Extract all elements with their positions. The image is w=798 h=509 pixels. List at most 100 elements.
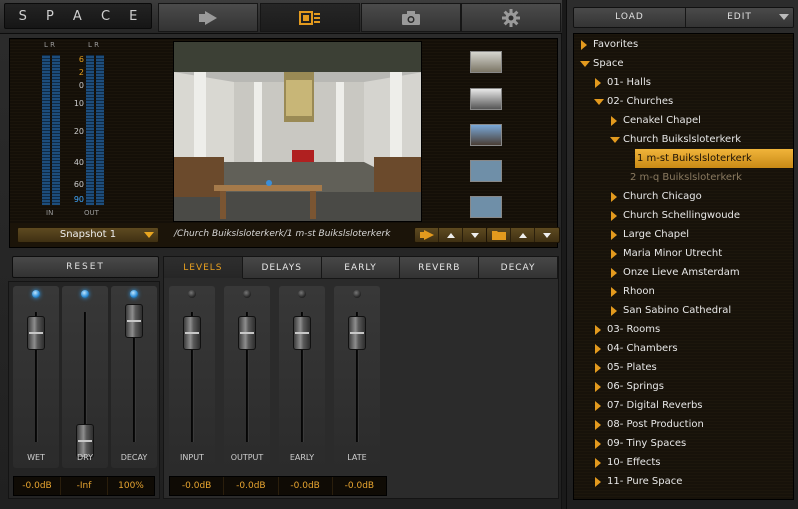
tab-reverb[interactable]: REVERB (400, 257, 480, 279)
tree-item[interactable]: Rhoon (610, 282, 655, 301)
preset-up-button[interactable] (511, 228, 535, 242)
view-thumbnail[interactable] (470, 124, 502, 146)
preset-tree: Favorites Space 01- Halls 02- Churches Cenak… (573, 33, 794, 500)
tree-item[interactable]: 11- Pure Space (594, 472, 682, 491)
tree-item[interactable]: 06- Springs (594, 377, 664, 396)
input-enable-led[interactable] (188, 290, 196, 298)
tree-item[interactable]: 09- Tiny Spaces (594, 434, 686, 453)
early-enable-led[interactable] (298, 290, 306, 298)
output-enable-led[interactable] (243, 290, 251, 298)
dry-label: DRY (76, 453, 94, 462)
arrow-down-icon (471, 232, 479, 238)
preset-down-button[interactable] (535, 228, 559, 242)
expanded-arrow-icon[interactable] (610, 137, 620, 143)
tree-item[interactable]: 04- Chambers (594, 339, 678, 358)
tree-item[interactable]: Large Chapel (610, 225, 689, 244)
collapsed-arrow-icon[interactable] (581, 40, 587, 50)
tree-item[interactable]: 02- Churches (594, 92, 673, 111)
edit-menu-button[interactable]: EDIT (686, 8, 793, 27)
view-thumbnail[interactable] (470, 51, 502, 73)
collapsed-arrow-icon[interactable] (595, 382, 601, 392)
dry-value[interactable]: -Inf (61, 477, 108, 495)
folder-button[interactable] (487, 228, 511, 242)
output-value[interactable]: -0.0dB (224, 477, 279, 495)
input-value[interactable]: -0.0dB (170, 477, 225, 495)
collapsed-arrow-icon[interactable] (611, 211, 617, 221)
view-thumbnail[interactable] (470, 160, 502, 182)
collapsed-arrow-icon[interactable] (611, 192, 617, 202)
collapsed-arrow-icon[interactable] (595, 439, 601, 449)
late-value[interactable]: -0.0dB (333, 477, 386, 495)
output-fader-handle[interactable] (238, 316, 256, 350)
tab-settings[interactable] (461, 3, 561, 32)
tree-item[interactable]: 10- Effects (594, 453, 661, 472)
tree-item[interactable]: Maria Minor Utrecht (610, 244, 722, 263)
expanded-arrow-icon[interactable] (580, 61, 590, 67)
ir-play-button[interactable] (415, 228, 439, 242)
collapsed-arrow-icon[interactable] (595, 325, 601, 335)
wet-fader-handle[interactable] (27, 316, 45, 350)
tree-item[interactable]: San Sabino Cathedral (610, 301, 731, 320)
ir-up-button[interactable] (439, 228, 463, 242)
tab-early[interactable]: EARLY (321, 257, 401, 279)
snapshot-dropdown[interactable]: Snapshot 1 (17, 227, 159, 243)
tree-item[interactable]: Church Schellingwoude (610, 206, 740, 225)
tree-item[interactable]: 1 m-st Buikslsloterkerk (635, 149, 793, 168)
ir-down-button[interactable] (463, 228, 487, 242)
collapsed-arrow-icon[interactable] (611, 306, 617, 316)
tree-item[interactable]: 01- Halls (594, 73, 651, 92)
view-thumbnail[interactable] (470, 88, 502, 110)
collapsed-arrow-icon[interactable] (611, 268, 617, 278)
collapsed-arrow-icon[interactable] (595, 344, 601, 354)
browser-header: LOAD EDIT (573, 7, 794, 28)
collapsed-arrow-icon[interactable] (611, 230, 617, 240)
late-enable-led[interactable] (353, 290, 361, 298)
tree-item[interactable]: Favorites (580, 35, 638, 54)
tab-layout[interactable] (260, 3, 360, 32)
tree-item[interactable]: Onze Lieve Amsterdam (610, 263, 740, 282)
collapsed-arrow-icon[interactable] (611, 116, 617, 126)
tab-camera[interactable] (361, 3, 461, 32)
dry-fader-track[interactable] (84, 312, 87, 442)
tab-play[interactable] (158, 3, 258, 32)
tree-item[interactable]: Church Buikslsloterkerk (610, 130, 741, 149)
tree-item-label: 04- Chambers (607, 343, 678, 354)
tree-item[interactable]: Cenakel Chapel (610, 111, 701, 130)
collapsed-arrow-icon[interactable] (611, 287, 617, 297)
tree-item[interactable]: 2 m-q Buikslsloterkerk (630, 168, 742, 187)
wet-value[interactable]: -0.0dB (14, 477, 61, 495)
tree-item[interactable]: Space (580, 54, 623, 73)
expanded-arrow-icon[interactable] (594, 99, 604, 105)
early-fader-handle[interactable] (293, 316, 311, 350)
early-value[interactable]: -0.0dB (279, 477, 333, 495)
tab-delays[interactable]: DELAYS (242, 257, 322, 279)
collapsed-arrow-icon[interactable] (595, 458, 601, 468)
tree-item[interactable]: 08- Post Production (594, 415, 704, 434)
collapsed-arrow-icon[interactable] (611, 249, 617, 259)
collapsed-arrow-icon[interactable] (595, 420, 601, 430)
load-button[interactable]: LOAD (574, 8, 686, 27)
decay-fader-handle[interactable] (125, 304, 143, 338)
collapsed-arrow-icon[interactable] (595, 401, 601, 411)
wet-enable-led[interactable] (32, 290, 40, 298)
tree-item[interactable]: 05- Plates (594, 358, 657, 377)
collapsed-arrow-icon[interactable] (595, 363, 601, 373)
tab-decay[interactable]: DECAY (479, 257, 558, 279)
tree-item[interactable]: 03- Rooms (594, 320, 660, 339)
arrow-up-icon (446, 232, 455, 238)
tree-item-label: San Sabino Cathedral (623, 305, 732, 316)
input-fader-handle[interactable] (183, 316, 201, 350)
play-icon (199, 10, 217, 25)
tree-item[interactable]: Church Chicago (610, 187, 702, 206)
tab-levels[interactable]: LEVELS (164, 257, 243, 279)
tree-item[interactable]: 07- Digital Reverbs (594, 396, 703, 415)
collapsed-arrow-icon[interactable] (595, 477, 601, 487)
decay-enable-led[interactable] (130, 290, 138, 298)
mix-faders-panel: WET DRY DECAY -0.0dB -Inf 100% (8, 281, 160, 499)
decay-value[interactable]: 100% (108, 477, 154, 495)
view-thumbnail[interactable] (470, 196, 502, 218)
late-fader-handle[interactable] (348, 316, 366, 350)
collapsed-arrow-icon[interactable] (595, 78, 601, 88)
reset-button[interactable]: RESET (12, 256, 159, 278)
dry-enable-led[interactable] (81, 290, 89, 298)
